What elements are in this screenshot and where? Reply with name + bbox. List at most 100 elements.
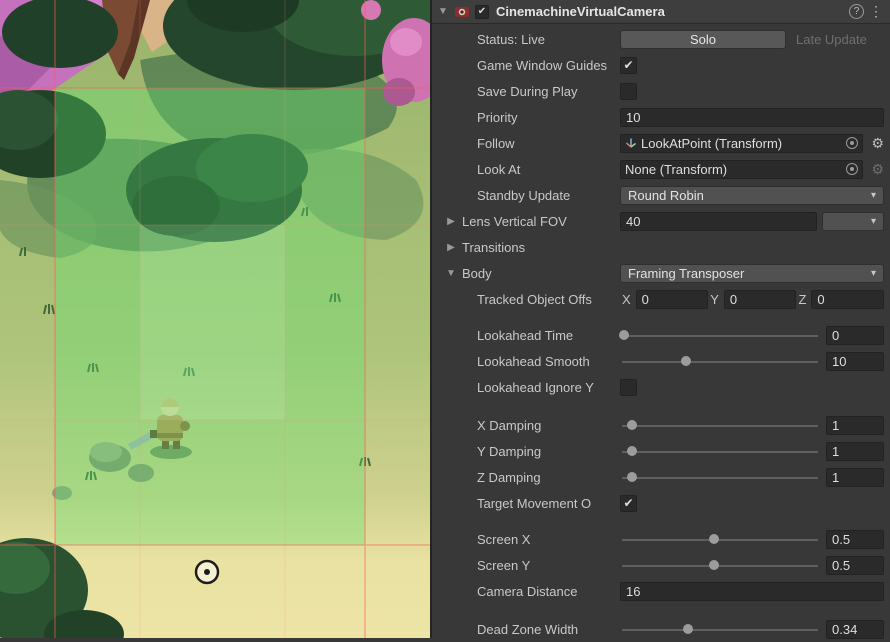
slider-handle[interactable]: [627, 419, 637, 430]
screen-x-value: 0.5: [832, 531, 851, 547]
framing-guides-overlay: [0, 0, 430, 638]
save-during-play-checkbox[interactable]: ✔: [620, 82, 637, 100]
axis-y-label: Y: [710, 291, 719, 307]
target-movement-checkbox[interactable]: ✔: [620, 494, 637, 512]
dropdown-arrow-icon: ▾: [870, 267, 876, 279]
screen-y-field[interactable]: 0.5: [826, 555, 884, 575]
solo-button[interactable]: Solo: [620, 29, 786, 49]
transitions-label: Transitions: [462, 239, 526, 255]
save-during-play-row: Save During Play ✔: [432, 78, 890, 104]
lens-foldout[interactable]: ▶ Lens Vertical FOV: [432, 214, 620, 229]
component-enabled-checkbox[interactable]: ✔: [475, 4, 489, 19]
lookahead-time-value: 0: [832, 327, 840, 343]
screen-x-slider[interactable]: [620, 530, 820, 549]
look-at-gear-icon[interactable]: ⚙: [871, 162, 884, 176]
help-icon[interactable]: ?: [849, 4, 864, 19]
slider-handle[interactable]: [709, 559, 719, 570]
foldout-closed-icon: ▶: [447, 241, 455, 253]
foldout-closed-icon: ▶: [447, 215, 455, 227]
target-movement-label: Target Movement O: [477, 495, 592, 511]
camera-distance-field[interactable]: 16: [620, 581, 884, 601]
camera-target-reticle: [194, 559, 220, 585]
slider-handle[interactable]: [619, 329, 629, 340]
x-damping-field[interactable]: 1: [826, 415, 884, 435]
lookahead-time-slider[interactable]: [619, 326, 820, 345]
offset-z-value: 0: [817, 291, 825, 307]
follow-label: Follow: [477, 135, 515, 151]
offset-y-value: 0: [729, 291, 738, 307]
screen-y-slider[interactable]: [620, 556, 820, 575]
fov-field[interactable]: 40: [620, 211, 817, 231]
screen-x-label: Screen X: [477, 531, 531, 547]
lookahead-ignore-y-checkbox[interactable]: ✔: [620, 378, 637, 396]
unity-editor: ▼ ✔ CinemachineVirtualCamera ? ⋮ Status:…: [0, 0, 890, 639]
transitions-foldout[interactable]: ▶ Transitions: [432, 240, 620, 255]
camera-distance-label: Camera Distance: [477, 583, 578, 599]
y-damping-slider[interactable]: [620, 442, 820, 461]
screen-x-field[interactable]: 0.5: [826, 529, 884, 549]
z-damping-slider[interactable]: [620, 468, 820, 487]
object-picker-icon[interactable]: [846, 163, 859, 175]
lookahead-time-field[interactable]: 0: [826, 325, 884, 345]
z-damping-field[interactable]: 1: [826, 467, 884, 487]
slider-handle[interactable]: [683, 623, 693, 634]
look-at-label: Look At: [477, 161, 521, 177]
body-foldout[interactable]: ▼ Body: [432, 266, 620, 281]
x-damping-slider[interactable]: [620, 416, 820, 435]
offset-x-value: 0: [641, 291, 649, 307]
lookahead-smoothing-field[interactable]: 10: [826, 351, 884, 371]
late-update-label: Late Update: [796, 31, 867, 47]
lens-label: Lens Vertical FOV: [462, 213, 567, 229]
fov-preset-dropdown[interactable]: ▾: [822, 211, 884, 231]
slider-handle[interactable]: [627, 445, 637, 456]
body-dropdown[interactable]: Framing Transposer ▾: [620, 263, 884, 283]
follow-gear-icon[interactable]: ⚙: [871, 136, 884, 150]
slider-handle[interactable]: [681, 355, 691, 366]
game-view[interactable]: [0, 0, 430, 638]
offset-z-field[interactable]: 0: [811, 289, 884, 309]
lookahead-time-row: Lookahead Time 0: [432, 322, 890, 348]
axis-z-label: Z: [798, 291, 807, 307]
offset-x-field[interactable]: 0: [635, 289, 709, 309]
dead-zone-width-slider[interactable]: [620, 620, 820, 639]
look-at-value: None (Transform): [625, 161, 728, 177]
dead-zone-width-label: Dead Zone Width: [477, 621, 579, 637]
dead-zone-width-field[interactable]: 0.34: [826, 619, 884, 639]
standby-update-row: Standby Update Round Robin ▾: [432, 182, 890, 208]
z-damping-label: Z Damping: [477, 469, 541, 485]
look-at-row: Look At None (Transform) ⚙: [432, 156, 890, 182]
offset-y-field[interactable]: 0: [723, 289, 797, 309]
slider-handle[interactable]: [709, 533, 719, 544]
slider-handle[interactable]: [627, 471, 637, 482]
dropdown-arrow-icon: ▾: [870, 189, 876, 201]
body-label: Body: [462, 265, 492, 281]
z-damping-value: 1: [832, 469, 840, 485]
inspector-panel: ▼ ✔ CinemachineVirtualCamera ? ⋮ Status:…: [430, 0, 890, 639]
dead-zone-width-value: 0.34: [832, 621, 858, 637]
context-menu-icon[interactable]: ⋮: [869, 3, 883, 20]
object-picker-icon[interactable]: [846, 137, 859, 149]
lookahead-smoothing-slider[interactable]: [620, 352, 820, 371]
dropdown-arrow-icon: ▾: [870, 215, 876, 227]
follow-value: LookAtPoint (Transform): [641, 135, 783, 151]
status-row: Status: Live Solo Late Update: [432, 26, 890, 52]
y-damping-field[interactable]: 1: [826, 441, 884, 461]
component-header[interactable]: ▼ ✔ CinemachineVirtualCamera ? ⋮: [432, 0, 890, 24]
standby-update-label: Standby Update: [477, 187, 571, 203]
lookahead-smoothing-value: 10: [832, 353, 847, 369]
status-label: Status: Live: [477, 31, 545, 47]
standby-update-dropdown[interactable]: Round Robin ▾: [620, 185, 884, 205]
tracked-object-offset-label: Tracked Object Offs: [477, 291, 592, 307]
game-window-guides-checkbox[interactable]: ✔: [620, 56, 637, 74]
look-at-object-field[interactable]: None (Transform): [620, 159, 864, 179]
save-during-play-label: Save During Play: [477, 83, 578, 99]
follow-object-field[interactable]: LookAtPoint (Transform): [620, 133, 864, 153]
cinemachine-icon: [454, 4, 470, 20]
camera-distance-row: Camera Distance 16: [432, 578, 890, 604]
dead-zone-width-row: Dead Zone Width 0.34: [432, 616, 890, 642]
standby-update-value: Round Robin: [628, 187, 704, 203]
priority-field[interactable]: 10: [620, 107, 884, 127]
component-foldout-icon[interactable]: ▼: [437, 6, 449, 17]
priority-value: 10: [626, 109, 641, 125]
foldout-open-icon: ▼: [446, 267, 456, 279]
